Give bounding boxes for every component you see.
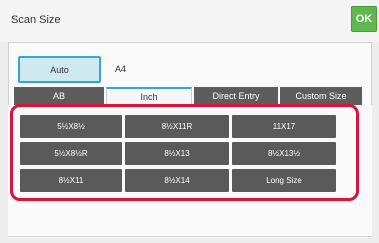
tab-bar: AB Inch Direct Entry Custom Size xyxy=(8,87,372,105)
tab-inch[interactable]: Inch xyxy=(106,87,192,105)
header-bar: Scan Size OK xyxy=(0,0,379,42)
page-title: Scan Size xyxy=(11,14,61,26)
ok-button[interactable]: OK xyxy=(351,6,377,32)
tab-direct-entry[interactable]: Direct Entry xyxy=(194,87,278,105)
auto-button[interactable]: Auto xyxy=(18,56,101,83)
tab-custom-size[interactable]: Custom Size xyxy=(280,87,362,105)
panel-bottom-border xyxy=(8,236,372,237)
highlight-frame xyxy=(10,104,359,201)
auto-size-value: A4 xyxy=(115,64,127,74)
tab-ab[interactable]: AB xyxy=(14,87,104,105)
scan-size-screen: Scan Size OK Auto A4 AB Inch Direct Entr… xyxy=(0,0,379,243)
